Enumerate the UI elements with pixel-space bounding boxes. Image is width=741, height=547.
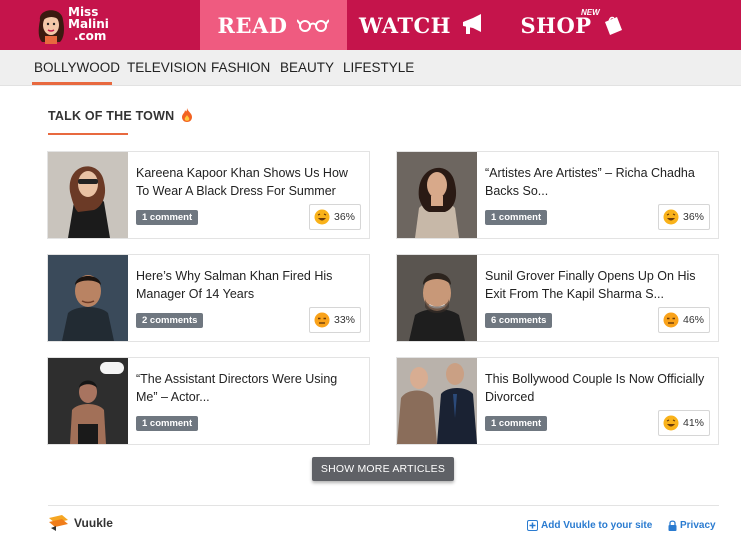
article-thumbnail[interactable]: [397, 255, 477, 341]
comments-badge[interactable]: 1 comment: [485, 210, 548, 225]
article-thumbnail[interactable]: [397, 152, 477, 238]
fire-icon: [182, 108, 193, 122]
comments-badge[interactable]: 6 comments: [485, 313, 553, 328]
article-card[interactable]: This Bollywood Couple Is Now Officially …: [396, 357, 719, 445]
expressionless-emoji-icon: [663, 312, 679, 328]
article-card[interactable]: Kareena Kapoor Khan Shows Us How To Wear…: [47, 151, 370, 239]
article-card[interactable]: Sunil Grover Finally Opens Up On His Exi…: [396, 254, 719, 342]
section-title-underline: [48, 133, 128, 135]
laughing-emoji-icon: [314, 209, 330, 225]
article-title[interactable]: Here’s Why Salman Khan Fired His Manager…: [136, 267, 362, 303]
nav-read[interactable]: READ: [200, 0, 347, 50]
active-tab-indicator: [32, 82, 112, 85]
missmalini-logo[interactable]: Miss Malini .com: [36, 4, 126, 46]
expressionless-emoji-icon: [314, 312, 330, 328]
article-title[interactable]: Sunil Grover Finally Opens Up On His Exi…: [485, 267, 711, 303]
nav-read-label: READ: [217, 12, 288, 38]
article-card[interactable]: Here’s Why Salman Khan Fired His Manager…: [47, 254, 370, 342]
reaction-box[interactable]: 36%: [658, 204, 710, 230]
article-thumbnail[interactable]: [397, 358, 477, 444]
logo-girl-icon: [38, 10, 64, 44]
article-thumbnail[interactable]: [48, 152, 128, 238]
shop-new-badge: NEW: [581, 8, 600, 17]
footer-divider: [48, 505, 719, 506]
laughing-emoji-icon: [663, 209, 679, 225]
vuukle-label: Vuukle: [74, 516, 113, 530]
nav-watch[interactable]: WATCH: [347, 0, 497, 50]
comments-badge[interactable]: 1 comment: [136, 210, 199, 225]
subnav-item-bollywood[interactable]: BOLLYWOOD: [34, 60, 120, 75]
top-header: Miss Malini .com READ WATCH SHOP NEW: [0, 0, 741, 50]
nav-watch-label: WATCH: [358, 12, 452, 38]
article-card[interactable]: “The Assistant Directors Were Using Me” …: [47, 357, 370, 445]
reaction-percent: 41%: [683, 417, 705, 429]
reaction-box[interactable]: 41%: [658, 410, 710, 436]
section-title: TALK OF THE TOWN: [48, 108, 193, 123]
laughing-emoji-icon: [663, 415, 679, 431]
subnav-item-lifestyle[interactable]: LIFESTYLE: [343, 60, 414, 75]
section-title-text: TALK OF THE TOWN: [48, 109, 175, 123]
article-title[interactable]: “Artistes Are Artistes” – Richa Chadha B…: [485, 164, 711, 200]
subnav-item-fashion[interactable]: FASHION: [211, 60, 270, 75]
add-vuukle-label: Add Vuukle to your site: [541, 520, 653, 531]
logo-text: Miss Malini .com: [68, 6, 109, 42]
comments-badge[interactable]: 2 comments: [136, 313, 204, 328]
show-more-articles-button[interactable]: SHOW MORE ARTICLES: [312, 457, 454, 481]
reaction-percent: 36%: [334, 211, 356, 223]
logo-line-3: .com: [74, 29, 107, 43]
glasses-icon: [297, 19, 330, 32]
article-title[interactable]: This Bollywood Couple Is Now Officially …: [485, 370, 711, 406]
shopping-bag-icon: [604, 16, 622, 35]
article-title[interactable]: Kareena Kapoor Khan Shows Us How To Wear…: [136, 164, 362, 200]
subnav-item-beauty[interactable]: BEAUTY: [280, 60, 334, 75]
reaction-box[interactable]: 33%: [309, 307, 361, 333]
comments-badge[interactable]: 1 comment: [136, 416, 199, 431]
reaction-box[interactable]: 36%: [309, 204, 361, 230]
add-vuukle-link[interactable]: Add Vuukle to your site: [527, 520, 652, 531]
article-card[interactable]: “Artistes Are Artistes” – Richa Chadha B…: [396, 151, 719, 239]
lock-icon: [668, 520, 677, 531]
plus-square-icon: [527, 520, 538, 531]
article-thumbnail[interactable]: [48, 358, 128, 444]
reaction-box[interactable]: 46%: [658, 307, 710, 333]
vuukle-logo[interactable]: Vuukle: [48, 514, 113, 532]
reaction-percent: 36%: [683, 211, 705, 223]
article-title[interactable]: “The Assistant Directors Were Using Me” …: [136, 370, 362, 406]
nav-shop[interactable]: SHOP: [497, 0, 647, 50]
reaction-percent: 46%: [683, 314, 705, 326]
category-nav: BOLLYWOOD TELEVISION FASHION BEAUTY LIFE…: [0, 50, 741, 86]
comments-badge[interactable]: 1 comment: [485, 416, 548, 431]
megaphone-icon: [463, 14, 482, 34]
vuukle-logo-icon: [49, 515, 68, 531]
reaction-percent: 33%: [334, 314, 356, 326]
subnav-item-television[interactable]: TELEVISION: [127, 60, 207, 75]
privacy-link[interactable]: Privacy: [668, 520, 716, 531]
privacy-label: Privacy: [680, 520, 716, 531]
article-thumbnail[interactable]: [48, 255, 128, 341]
